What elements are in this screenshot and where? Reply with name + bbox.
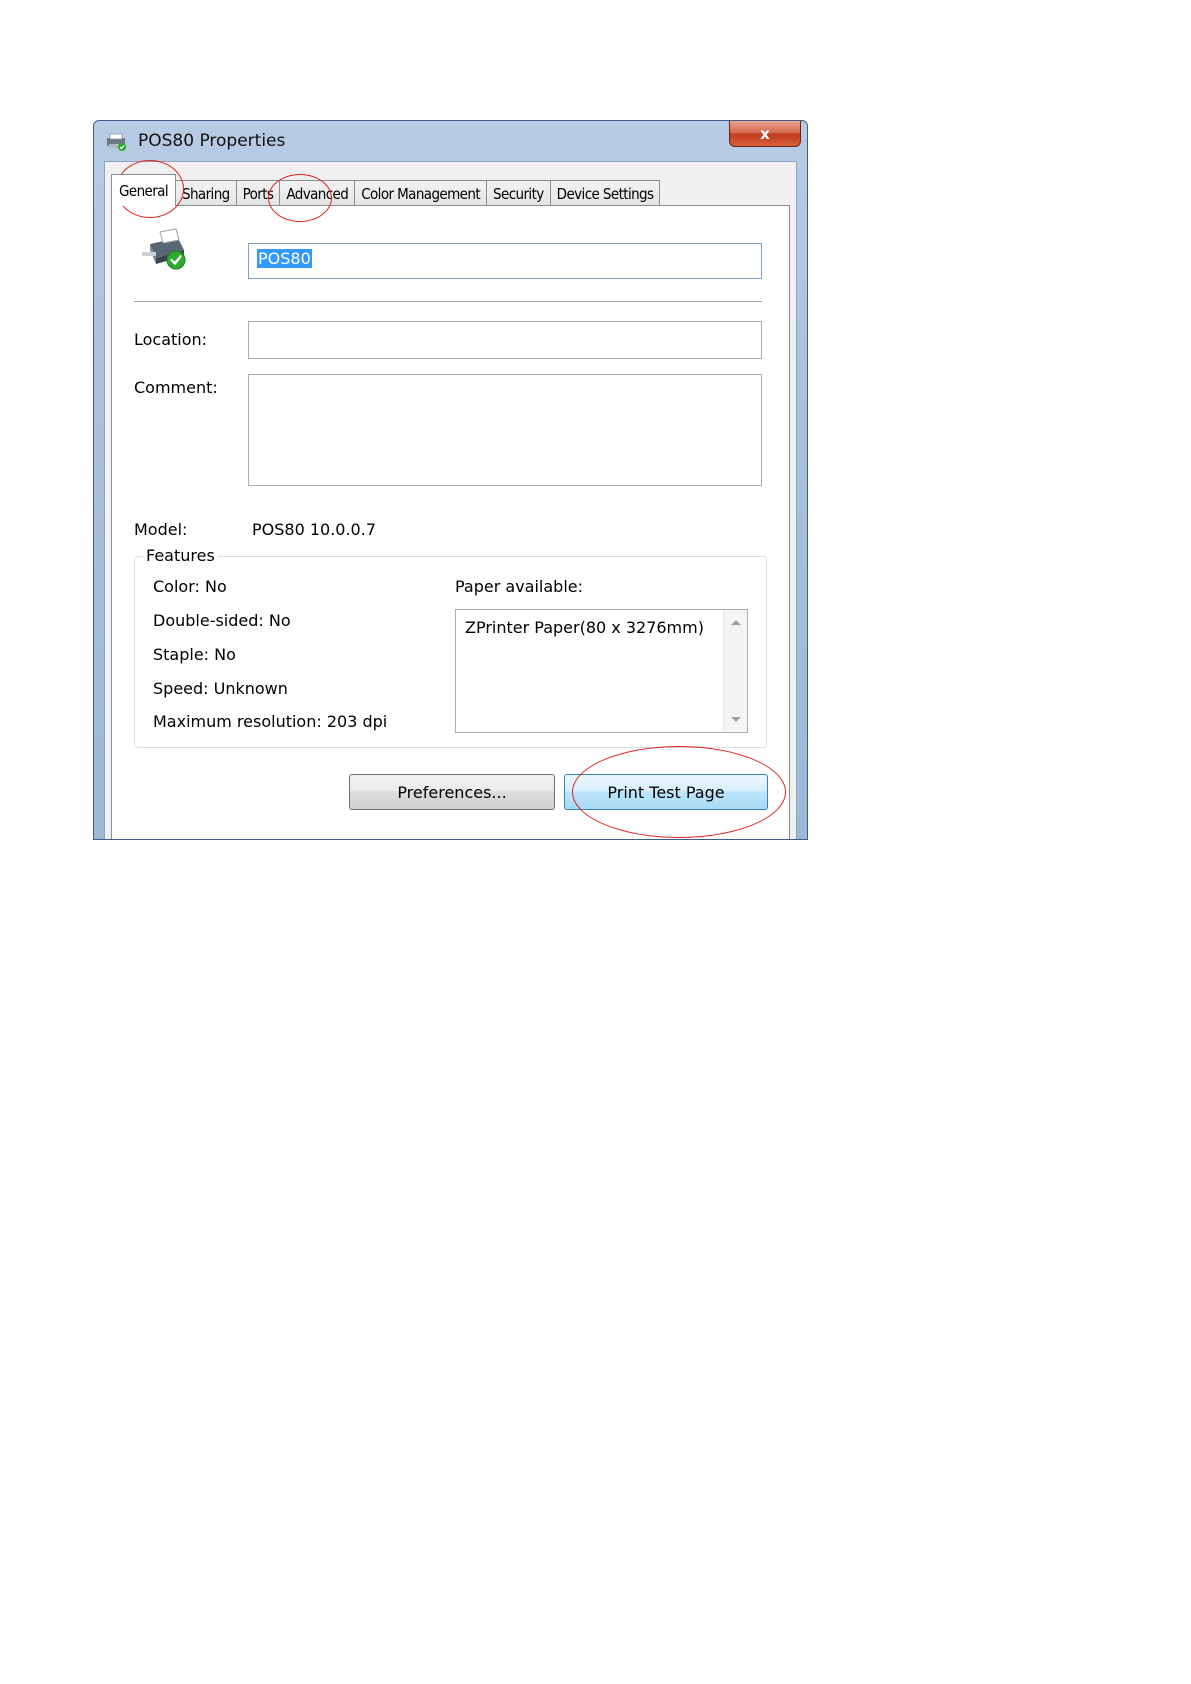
location-input[interactable] [248,321,762,359]
close-button[interactable]: x [729,121,801,147]
scroll-up-icon[interactable] [731,620,741,625]
preferences-button[interactable]: Preferences... [349,774,555,810]
tab-sharing[interactable]: Sharing [175,180,237,206]
list-item[interactable]: ZPrinter Paper(80 x 3276mm) [465,618,704,637]
tab-color-management[interactable]: Color Management [354,180,488,206]
general-tab-page: POS80 Location: Comment: Model: POS80 10… [111,205,790,839]
close-icon: x [760,124,770,143]
feature-staple: Staple: No [153,645,236,664]
model-value: POS80 10.0.0.7 [252,520,376,539]
separator [134,301,762,303]
model-label: Model: [134,520,188,539]
properties-window: POS80 Properties x General Sharing Ports… [93,120,808,840]
paper-list[interactable]: ZPrinter Paper(80 x 3276mm) [455,609,748,733]
comment-label: Comment: [134,378,218,397]
tab-strip: General Sharing Ports Advanced Color Man… [111,174,661,206]
tab-device-settings[interactable]: Device Settings [549,180,661,206]
printer-name-selected-text: POS80 [257,249,312,268]
print-test-page-button[interactable]: Print Test Page [564,774,768,810]
feature-speed: Speed: Unknown [153,679,288,698]
printer-icon [107,133,126,151]
tab-general[interactable]: General [111,174,176,206]
dialog-client-area: General Sharing Ports Advanced Color Man… [104,161,797,839]
tab-advanced[interactable]: Advanced [279,180,356,206]
paper-available-label: Paper available: [455,577,584,596]
window-title: POS80 Properties [138,131,286,151]
feature-max-resolution: Maximum resolution: 203 dpi [153,712,388,731]
paper-list-scrollbar[interactable] [723,610,747,732]
location-label: Location: [134,330,208,349]
printer-ready-icon [142,228,186,270]
title-bar[interactable]: POS80 Properties x [94,121,807,161]
tab-ports[interactable]: Ports [235,180,281,206]
feature-color: Color: No [153,577,227,596]
features-group: Features Color: No Double-sided: No Stap… [134,546,767,748]
feature-double-sided: Double-sided: No [153,611,291,630]
features-title: Features [143,546,218,565]
printer-name-input[interactable]: POS80 [248,243,762,279]
scroll-down-icon[interactable] [731,717,741,722]
tab-security[interactable]: Security [486,180,551,206]
comment-input[interactable] [248,374,762,486]
